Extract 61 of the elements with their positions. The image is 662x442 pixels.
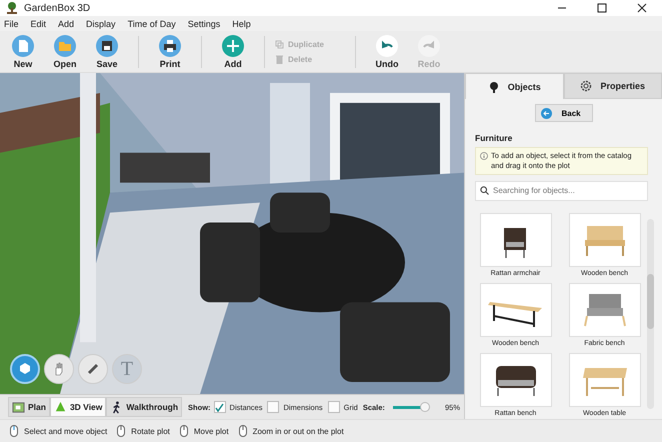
status-hint: Rotate plot xyxy=(131,426,170,436)
app-logo-icon xyxy=(6,2,18,14)
plus-icon xyxy=(222,34,244,56)
tree-icon xyxy=(54,400,67,414)
catalog-thumbnail[interactable] xyxy=(480,212,552,266)
printer-icon xyxy=(159,34,181,56)
close-icon[interactable] xyxy=(637,3,647,13)
toolbar-button[interactable]: Open xyxy=(44,34,86,68)
back-button[interactable]: Back xyxy=(534,104,592,122)
trash-icon xyxy=(275,54,284,64)
page-icon xyxy=(12,34,34,56)
menu-item[interactable]: Help xyxy=(232,18,251,28)
catalog-thumbnail[interactable] xyxy=(568,352,640,407)
catalog-thumbnail[interactable] xyxy=(568,212,640,266)
menu-item[interactable]: Add xyxy=(58,18,74,28)
menu-item[interactable]: Time of Day xyxy=(128,18,176,28)
search-icon xyxy=(480,186,489,195)
status-hint: Move plot xyxy=(194,426,229,436)
floppy-disk-icon xyxy=(96,34,118,56)
mouse-icon xyxy=(238,425,247,437)
toolbar-button[interactable]: Add xyxy=(212,34,254,68)
view-mode-tab[interactable]: Walkthrough xyxy=(106,397,182,417)
toolbar-button[interactable]: Undo xyxy=(366,34,408,68)
checkbox[interactable] xyxy=(328,401,340,413)
mouse-icon xyxy=(180,425,188,437)
panel-tab[interactable]: Properties xyxy=(564,73,662,99)
catalog-thumbnail[interactable] xyxy=(568,282,640,337)
window-title: GardenBox 3D xyxy=(24,2,92,14)
folder-icon xyxy=(54,34,76,56)
checkbox[interactable] xyxy=(267,401,280,413)
mouse-icon xyxy=(117,425,126,437)
cube-icon xyxy=(18,362,32,376)
menu-item[interactable]: Display xyxy=(86,18,116,28)
status-hint: Zoom in or out on the plot xyxy=(252,426,344,436)
tree-icon xyxy=(488,80,500,92)
settings-icon xyxy=(580,80,592,92)
toolbar-button[interactable]: Print xyxy=(149,34,191,68)
view-mode-tab[interactable]: 3D View xyxy=(50,397,106,417)
view-mode-tab[interactable]: Plan xyxy=(8,397,50,417)
menu-item[interactable]: Edit xyxy=(30,18,46,28)
mouse-icon xyxy=(10,425,18,437)
toolbar-button[interactable]: New xyxy=(2,34,44,68)
search-field[interactable]: Searching for objects... xyxy=(475,180,648,200)
checkbox[interactable] xyxy=(214,401,226,413)
scrollbar[interactable] xyxy=(647,218,654,409)
catalog-thumbnail[interactable] xyxy=(480,352,552,407)
ruler-icon xyxy=(86,362,100,376)
undo-icon xyxy=(376,34,398,56)
catalog-thumbnail[interactable] xyxy=(480,282,552,337)
menu-item[interactable]: Settings xyxy=(188,18,220,28)
maximize-icon[interactable] xyxy=(597,3,607,13)
status-hint: Select and move object xyxy=(24,426,108,436)
plan-icon xyxy=(12,400,25,414)
toolbar-button[interactable]: Save xyxy=(86,34,128,68)
menu-item[interactable]: File xyxy=(4,18,19,28)
back-arrow-icon xyxy=(540,108,552,118)
panel-tab[interactable]: Objects xyxy=(465,73,564,99)
redo-icon xyxy=(418,34,440,56)
info-icon xyxy=(480,152,488,160)
copy-icon xyxy=(275,40,284,48)
section-heading: Furniture xyxy=(475,133,514,143)
